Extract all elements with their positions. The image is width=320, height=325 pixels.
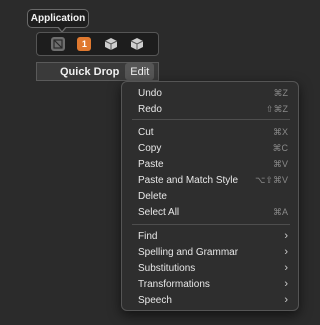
menu-item-label: Redo <box>138 103 162 115</box>
shortcut: ⌘A <box>272 206 288 217</box>
menu-item-copy[interactable]: Copy ⌘C <box>138 140 288 156</box>
orange-badge-icon[interactable]: 1 <box>77 37 92 51</box>
menu-item-label: Select All <box>138 206 180 218</box>
menu-item-delete[interactable]: Delete <box>138 188 288 204</box>
app-icon[interactable] <box>51 37 66 51</box>
shortcut: ⌘Z <box>273 87 289 98</box>
quick-drop-bar: Quick Drop Edit <box>36 62 159 81</box>
menu-item-paste-and-match-style[interactable]: Paste and Match Style ⌥⇧⌘V <box>138 172 288 188</box>
menu-item-label: Find <box>138 230 158 242</box>
menu-item-spelling-and-grammar[interactable]: Spelling and Grammar › <box>138 244 288 260</box>
menu-item-paste[interactable]: Paste ⌘V <box>138 156 288 172</box>
menu-item-redo[interactable]: Redo ⇧⌘Z <box>138 101 288 117</box>
quick-drop-label: Quick Drop <box>60 65 120 78</box>
menu-item-label: Speech <box>138 294 172 306</box>
menu-item-label: Paste and Match Style <box>138 174 239 186</box>
tooltip-text: Application <box>30 13 86 24</box>
edit-menu-button[interactable]: Edit <box>125 63 155 80</box>
menu-item-label: Undo <box>138 87 162 99</box>
shortcut: ⇧⌘Z <box>265 103 288 114</box>
menu-item-undo[interactable]: Undo ⌘Z <box>138 85 288 101</box>
menu-item-cut[interactable]: Cut ⌘X <box>138 124 288 140</box>
shortcut: ⌘V <box>272 158 288 169</box>
edit-menu: Undo ⌘Z Redo ⇧⌘Z Cut ⌘X Copy ⌘C Paste ⌘V… <box>121 81 299 311</box>
menu-item-speech[interactable]: Speech › <box>138 292 288 308</box>
chevron-right-icon: › <box>284 246 288 258</box>
shortcut: ⌥⇧⌘V <box>255 174 288 185</box>
shortcut: ⌘X <box>272 126 288 137</box>
menu-item-label: Substitutions <box>138 262 196 274</box>
menu-item-label: Cut <box>138 126 154 138</box>
chevron-right-icon: › <box>284 262 288 274</box>
menu-item-select-all[interactable]: Select All ⌘A <box>138 204 288 220</box>
menu-item-label: Delete <box>138 190 167 202</box>
chevron-right-icon: › <box>284 294 288 306</box>
menu-item-label: Paste <box>138 158 164 170</box>
cube-icon[interactable] <box>104 37 118 51</box>
chevron-right-icon: › <box>284 278 288 290</box>
menu-item-label: Spelling and Grammar <box>138 246 239 258</box>
menu-item-label: Copy <box>138 142 162 154</box>
menu-item-label: Transformations <box>138 278 210 290</box>
menu-item-transformations[interactable]: Transformations › <box>138 276 288 292</box>
menu-item-substitutions[interactable]: Substitutions › <box>138 260 288 276</box>
menu-separator <box>132 119 290 120</box>
cube-icon[interactable] <box>130 37 144 51</box>
icon-toolbar: 1 <box>36 32 159 56</box>
menu-separator <box>132 224 290 225</box>
chevron-right-icon: › <box>284 230 288 242</box>
badge-count: 1 <box>81 39 87 49</box>
menu-item-find[interactable]: Find › <box>138 228 288 244</box>
shortcut: ⌘C <box>272 142 289 153</box>
